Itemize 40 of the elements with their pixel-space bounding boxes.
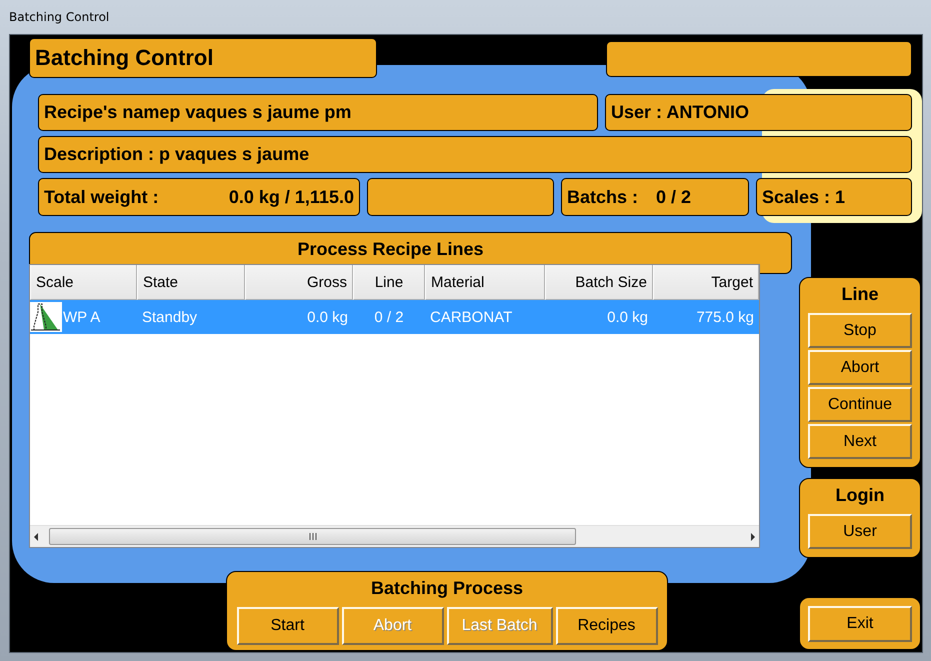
total-weight-value: 0.0 kg / 1,115.0 (228, 186, 354, 208)
table-cell-text: Standby (141, 308, 198, 328)
scales-count: Scales : 1 (756, 178, 912, 216)
batchs-value: 0 / 2 (656, 186, 692, 208)
panel-button[interactable]: Exit (808, 606, 912, 642)
column-header[interactable]: Scale (30, 265, 137, 300)
panel-title: Line (841, 284, 878, 305)
right-arrow-icon[interactable] (750, 532, 756, 540)
table-cell: WP A (63, 308, 100, 326)
table-cell-text: 0 / 2 (373, 308, 405, 328)
recipe-name: Recipe's namep vaques s jaume pm (38, 94, 598, 131)
scroll-thumb[interactable] (49, 528, 576, 545)
panel-title: Login (836, 485, 884, 506)
column-header[interactable]: Material (425, 265, 545, 300)
panel-button[interactable]: User (808, 514, 912, 549)
panel-title: Batching Process (370, 578, 524, 599)
form-title: Batching Control (29, 38, 377, 78)
table-cell-text: CARBONAT (429, 308, 514, 328)
panel-button[interactable]: Abort (808, 350, 912, 385)
user-info: User : ANTONIO (605, 94, 912, 131)
table-title: Process Recipe Lines (297, 239, 484, 259)
panel-button[interactable]: Next (808, 424, 912, 459)
panel-button[interactable]: Stop (808, 313, 912, 348)
left-arrow-icon[interactable] (33, 532, 39, 540)
column-header[interactable]: State (137, 265, 245, 300)
window-title: Batching Control (9, 10, 110, 24)
description: Description : p vaques s jaume (38, 136, 912, 173)
column-header[interactable]: Target (653, 265, 759, 300)
panel-button[interactable]: Continue (808, 387, 912, 422)
batchs-label: Batchs : (567, 186, 638, 208)
panel-button[interactable]: Recipes (556, 607, 658, 645)
table-cell-text: 0.0 kg (606, 308, 649, 328)
total-weight-label: Total weight : (44, 186, 159, 208)
table-cell-text: 0.0 kg (306, 308, 349, 328)
column-header[interactable]: Line (353, 265, 425, 300)
panel-button[interactable]: Start (236, 607, 338, 645)
column-header[interactable]: Batch Size (545, 265, 653, 300)
table-cell-text: 775.0 kg (695, 308, 755, 328)
column-header[interactable]: Gross (245, 265, 353, 300)
horizontal-scrollbar[interactable] (30, 525, 759, 547)
